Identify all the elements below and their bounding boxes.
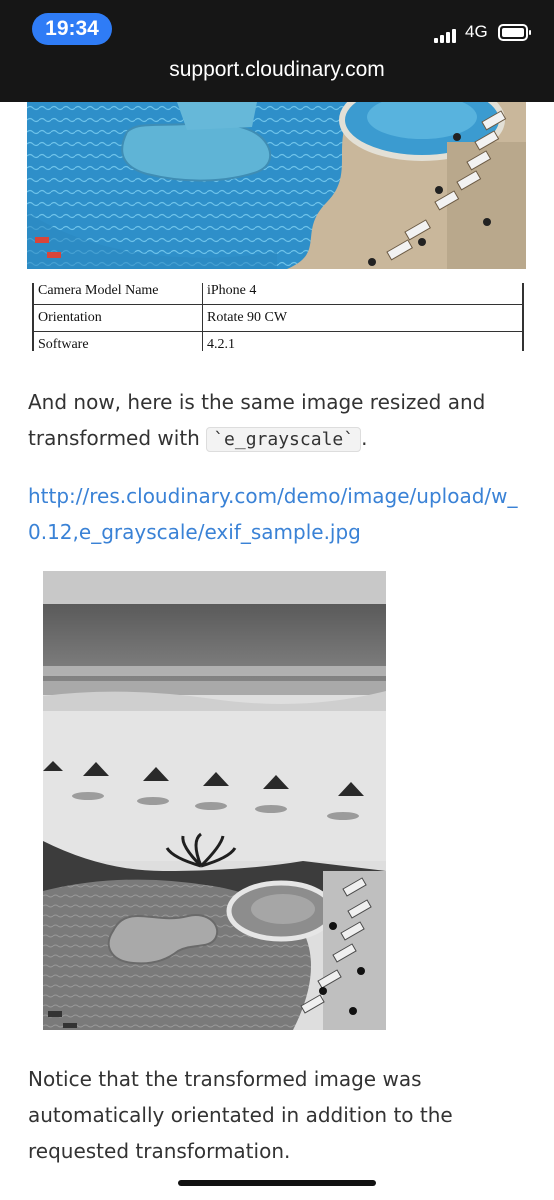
table-cell-value: 4.2.1 — [202, 331, 523, 351]
table-row: Orientation Rotate 90 CW — [33, 304, 523, 332]
battery-icon — [498, 24, 531, 41]
network-type: 4G — [465, 22, 488, 41]
exif-sample-image — [27, 102, 526, 269]
notice-paragraph: Notice that the transformed image was au… — [28, 1067, 453, 1163]
grayscale-transformed-image — [43, 571, 386, 1030]
intro-text-end: . — [361, 426, 368, 450]
inline-code: `e_grayscale` — [206, 427, 362, 452]
address-bar-url[interactable]: support.cloudinary.com — [0, 58, 554, 82]
intro-paragraph: And now, here is the same image resized … — [28, 384, 528, 458]
table-cell-value: iPhone 4 — [202, 283, 523, 305]
table-cell-label: Orientation — [33, 304, 203, 332]
table-row: Software 4.2.1 — [33, 331, 523, 351]
table-cell-label: Camera Model Name — [33, 283, 203, 305]
table-cell-value: Rotate 90 CW — [202, 304, 523, 332]
table-cell-label: Software — [33, 331, 203, 351]
home-indicator[interactable] — [178, 1180, 376, 1186]
table-row: Camera Model Name iPhone 4 — [33, 283, 523, 305]
status-time[interactable]: 19:34 — [32, 13, 112, 45]
status-and-url-bar: 19:34 4G support.cloudinary.com — [0, 0, 554, 102]
transformed-image-link[interactable]: http://res.cloudinary.com/demo/image/upl… — [28, 478, 528, 550]
exif-metadata-table: Camera Model Name iPhone 4 Orientation R… — [32, 283, 524, 351]
signal-icon — [434, 27, 460, 43]
